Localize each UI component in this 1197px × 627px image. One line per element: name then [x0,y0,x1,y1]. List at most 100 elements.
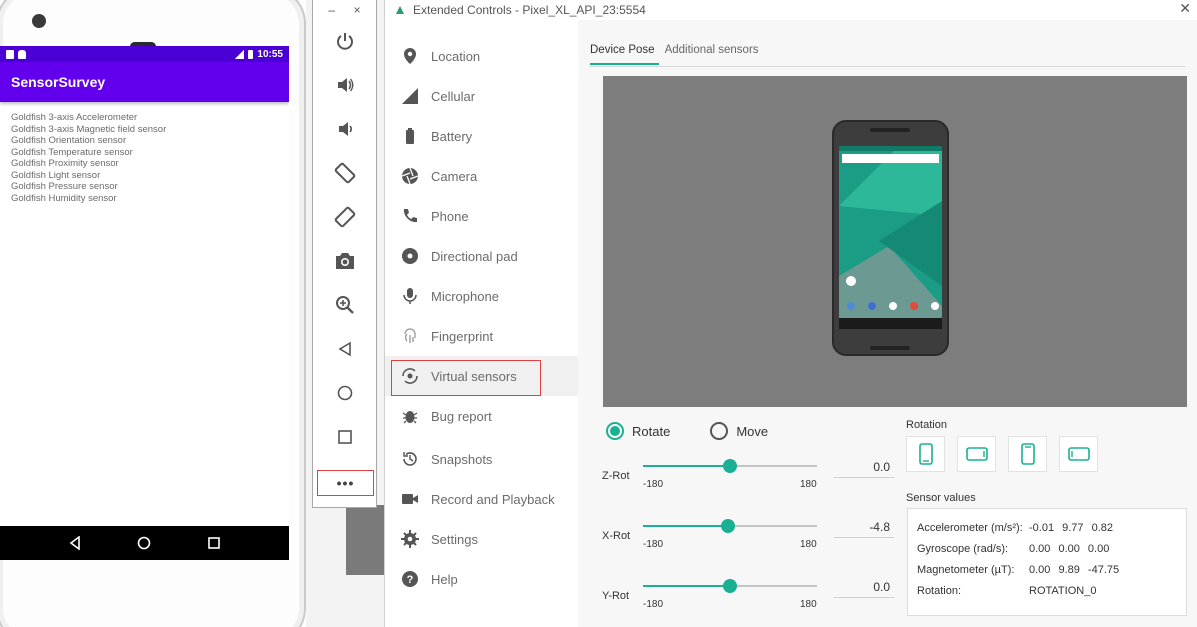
home-button[interactable] [313,378,376,408]
sensor-list-item: Goldfish Orientation sensor [11,135,127,146]
x-rot-track[interactable] [643,519,817,533]
power-button[interactable] [313,26,376,56]
zoom-icon [335,296,354,314]
nav-item-directional-pad[interactable]: Directional pad [385,236,578,276]
recents-icon[interactable] [207,536,221,550]
y-rot-fill [643,585,730,587]
app-bar: SensorSurvey [0,62,289,102]
rotate-right-button[interactable] [313,202,376,232]
y-rot-knob[interactable] [723,579,737,593]
nav-item-label: Microphone [431,288,499,304]
reverse-landscape-phone-icon [1067,447,1090,461]
y-rot-track[interactable] [643,579,817,593]
z-rot-min: -180 [643,479,664,490]
rotate-right-icon [334,206,355,228]
nav-item-label: Battery [431,128,473,144]
nav-item-location[interactable]: Location [385,36,578,76]
nav-item-snapshots[interactable]: Snapshots [385,439,578,479]
z-rot-slider-row: Z-Rot -180 180 0.0 [602,459,894,506]
lte-signal-icon [235,49,245,59]
x-rot-value[interactable]: -4.8 [834,520,894,538]
app-title: SensorSurvey [11,74,106,90]
x-rot-label: X-Rot [602,530,631,542]
back-icon[interactable] [68,536,82,550]
gear-icon [401,530,419,548]
nav-item-fingerprint[interactable]: Fingerprint [385,316,578,356]
home-circle-icon [337,385,352,401]
virtual-sensors-panel: Device Pose Additional sensors Rotate Mo… [578,20,1197,627]
overview-button[interactable] [313,422,376,452]
nav-item-battery[interactable]: Battery [385,116,578,156]
nav-item-help[interactable]: ? Help [385,559,578,599]
y-rot-value[interactable]: 0.0 [834,580,894,598]
rotate-left-button[interactable] [313,158,376,188]
location-pin-icon [401,47,419,65]
y-rot-max: 180 [800,599,817,610]
volume-up-button[interactable] [313,70,376,100]
device-pose-viewport[interactable] [603,76,1187,407]
nav-item-label: Cellular [431,88,476,104]
move-radio[interactable] [710,422,729,440]
svg-text:?: ? [407,574,414,586]
y-rot-min: -180 [643,599,664,610]
back-triangle-icon [337,341,351,357]
extended-controls-window: Extended Controls - Pixel_XL_API_23:5554… [384,0,1197,627]
sensor-list-item: Goldfish 3-axis Magnetic field sensor [11,123,167,135]
nav-item-settings[interactable]: Settings [385,519,578,559]
pose-mode-radios: Rotate Move [606,422,768,440]
nav-item-camera[interactable]: Camera [385,156,578,196]
nav-item-microphone[interactable]: Microphone [385,276,578,316]
tab-device-pose[interactable]: Device Pose [590,42,659,65]
rotation-landscape-button[interactable] [957,436,996,472]
x-rot-knob[interactable] [721,519,735,533]
close-button[interactable]: × [354,3,361,17]
rotation-buttons [906,436,1098,472]
rotation-portrait-button[interactable] [906,436,945,472]
rotation-value: ROTATION_0 [1029,584,1097,597]
volume-down-icon [338,122,352,136]
nav-item-label: Settings [431,531,478,547]
home-icon[interactable] [137,536,151,550]
nav-item-phone[interactable]: Phone [385,196,578,236]
rotate-left-icon [334,162,355,184]
gyroscope-label: Gyroscope (rad/s): [917,542,1009,555]
rotation-reverse-portrait-button[interactable] [1008,436,1047,472]
more-button[interactable]: ••• [317,470,374,496]
window-close-button[interactable]: ✕ [1179,0,1191,17]
nav-item-cellular[interactable]: Cellular [385,76,578,116]
nav-item-bug-report[interactable]: Bug report [385,396,578,436]
rotate-label: Rotate [632,423,671,439]
screenshot-button[interactable] [313,246,376,276]
emulator-screen[interactable]: 10:55 SensorSurvey Goldfish 3-axis Accel… [0,46,289,560]
phone-icon [401,207,419,225]
z-rot-knob[interactable] [723,459,737,473]
minimize-button[interactable]: – [328,3,335,17]
android-studio-logo-icon [396,6,404,14]
move-label: Move [736,423,769,439]
back-button[interactable] [313,334,376,364]
nav-item-record-and-playback[interactable]: Record and Playback [385,479,578,519]
z-rot-max: 180 [800,479,817,490]
sensor-list: Goldfish 3-axis Accelerometer Goldfish 3-… [0,102,289,214]
top-speaker-grill [870,128,910,132]
rotate-radio[interactable] [606,422,624,440]
sensor-value-row: Rotation: ROTATION_0 [917,580,1177,601]
magnetometer-value: 0.00 9.89 -47.75 [1029,563,1120,576]
z-rot-value[interactable]: 0.0 [834,460,894,478]
rotation-reverse-landscape-button[interactable] [1059,436,1098,472]
window-title: Extended Controls - Pixel_XL_API_23:5554 [413,3,646,17]
volume-up-icon [337,78,353,92]
accelerometer-value: -0.01 9.77 0.82 [1029,521,1114,534]
y-rot-label: Y-Rot [602,590,630,602]
android-nav-bar [0,526,289,560]
volume-down-button[interactable] [313,114,376,144]
sensor-value-row: Magnetometer (µT): 0.00 9.89 -47.75 [917,559,1177,580]
nav-item-virtual-sensors[interactable]: Virtual sensors [385,356,578,396]
x-rot-fill [643,525,728,527]
zoom-button[interactable] [313,290,376,320]
history-icon [401,450,419,468]
dpad-icon [401,247,419,265]
tab-additional-sensors[interactable]: Additional sensors [665,42,763,65]
y-rot-slider-row: Y-Rot -180 180 0.0 [602,579,894,626]
z-rot-track[interactable] [643,459,817,473]
